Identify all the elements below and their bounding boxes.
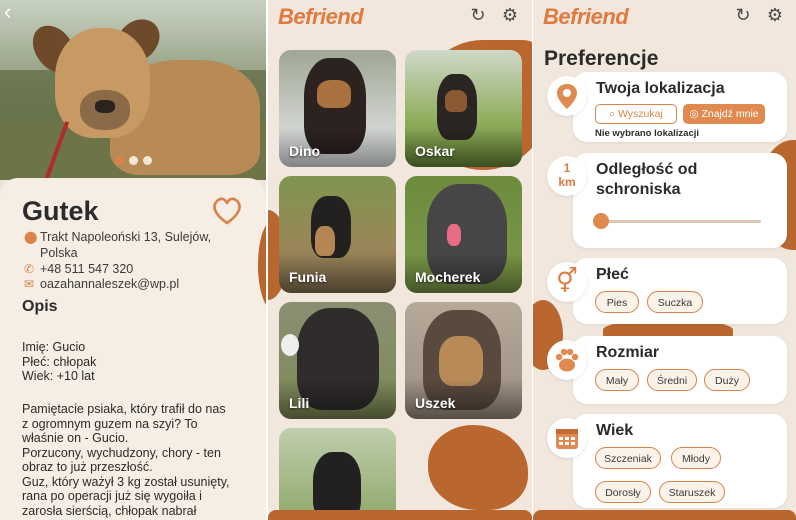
location-pin-icon: ⬤ (24, 230, 38, 244)
dog-card-name: Oskar (415, 143, 455, 159)
dog-card[interactable]: Lili (279, 302, 396, 419)
gear-icon[interactable]: ⚙ (765, 5, 785, 25)
option-chip-male[interactable]: Pies (595, 291, 639, 313)
crosshair-icon: ◎ (689, 108, 702, 120)
back-arrow-icon[interactable]: ‹ (4, 1, 11, 23)
location-pin-icon (547, 76, 587, 116)
decorative-blob (428, 425, 528, 510)
distance-slider-track[interactable] (601, 220, 761, 223)
preferences-screen: Befriend ↻ ⚙ Preferencje Twoja lokalizac… (533, 0, 796, 520)
dog-card[interactable]: Dino (279, 50, 396, 167)
location-status: Nie wybrano lokalizacji (595, 128, 700, 139)
dog-card[interactable]: Funia (279, 176, 396, 293)
option-chip-young[interactable]: Młody (671, 447, 721, 469)
option-chip-senior[interactable]: Staruszek (659, 481, 725, 503)
sex-title: Płeć (596, 266, 629, 283)
dog-list-screen: Befriend ↻ ⚙ Dino Oskar Funia Mocherek L… (268, 0, 532, 520)
sex-card: Płeć Pies Suczka (573, 258, 787, 324)
dog-card-name: Uszek (415, 395, 456, 411)
phone[interactable]: ✆ +48 511 547 320 (24, 262, 133, 276)
info-line: Płeć: chłopak (22, 354, 97, 369)
address: ⬤ Trakt Napoleoński 13, Sulejów, (24, 230, 212, 244)
dog-card-name: Mocherek (415, 269, 481, 285)
bottom-navigation[interactable] (268, 510, 532, 520)
info-line: Imię: Gucio (22, 340, 86, 354)
info-line: Wiek: +10 lat (22, 369, 95, 383)
mail-icon: ✉ (24, 277, 35, 291)
refresh-icon[interactable]: ↻ (468, 5, 488, 25)
dog-card-name: Funia (289, 269, 327, 285)
option-chip-female[interactable]: Suczka (647, 291, 703, 313)
dog-card-name: Lili (289, 395, 310, 411)
option-chip-small[interactable]: Mały (595, 369, 639, 391)
carousel-dot[interactable] (129, 156, 138, 165)
carousel-dot[interactable] (115, 156, 124, 165)
option-chip-puppy[interactable]: Szczeniak (595, 447, 661, 469)
page-title: Preferencje (544, 47, 659, 70)
email[interactable]: ✉ oazahannaleszek@wp.pl (24, 277, 179, 291)
phone-icon: ✆ (24, 262, 35, 276)
dog-photo-carousel[interactable] (0, 0, 266, 180)
dog-card[interactable]: Uszek (405, 302, 522, 419)
gender-icon: ⚥ (547, 262, 587, 302)
age-title: Wiek (596, 422, 634, 439)
carousel-indicator[interactable] (115, 156, 152, 165)
option-chip-medium[interactable]: Średni (647, 369, 697, 391)
address-line2: Polska (40, 246, 78, 260)
info-list: Imię: Gucio Płeć: chłopak Wiek: +10 lat (22, 340, 252, 384)
search-icon: ⌕ (609, 108, 618, 120)
refresh-icon[interactable]: ↻ (733, 5, 753, 25)
dog-card[interactable]: Mocherek (405, 176, 522, 293)
description: Pamiętacie psiaka, który trafił do nas z… (22, 402, 230, 518)
paw-icon (547, 340, 587, 380)
find-me-button[interactable]: ◎ Znajdź mnie (683, 104, 765, 124)
distance-badge: 1 km (547, 156, 587, 196)
gear-icon[interactable]: ⚙ (500, 5, 520, 25)
size-title: Rozmiar (596, 344, 660, 361)
carousel-dot[interactable] (143, 156, 152, 165)
size-card: Rozmiar Mały Średni Duży (573, 336, 787, 404)
distance-title-line2: schroniska (596, 181, 681, 198)
section-title: Opis (22, 298, 58, 315)
app-logo: Befriend (543, 4, 629, 29)
dog-card[interactable]: Oskar (405, 50, 522, 167)
search-location-button[interactable]: ⌕ Wyszukaj (595, 104, 677, 124)
app-logo: Befriend (278, 4, 364, 29)
heart-icon[interactable] (210, 196, 244, 226)
distance-value: 1 (563, 161, 571, 175)
dog-card[interactable] (279, 428, 396, 520)
bottom-navigation[interactable] (533, 510, 796, 520)
distance-card: Odległość od schroniska (573, 153, 787, 248)
age-card: Wiek Szczeniak Młody Dorosły Staruszek (573, 414, 787, 508)
option-chip-large[interactable]: Duży (704, 369, 750, 391)
distance-slider-thumb[interactable] (593, 213, 609, 229)
dog-card-name: Dino (289, 143, 321, 159)
calendar-icon (547, 418, 587, 458)
distance-title-line1: Odległość od (596, 161, 698, 178)
dog-name: Gutek (22, 196, 99, 226)
distance-unit: km (558, 175, 576, 189)
location-title: Twoja lokalizacja (596, 80, 725, 97)
option-chip-adult[interactable]: Dorosły (595, 481, 651, 503)
location-card: Twoja lokalizacja ⌕ Wyszukaj ◎ Znajdź mn… (573, 72, 787, 142)
dog-detail-screen: ‹ Gutek ⬤ Trakt Napoleoński 13, Sulejów, … (0, 0, 266, 520)
